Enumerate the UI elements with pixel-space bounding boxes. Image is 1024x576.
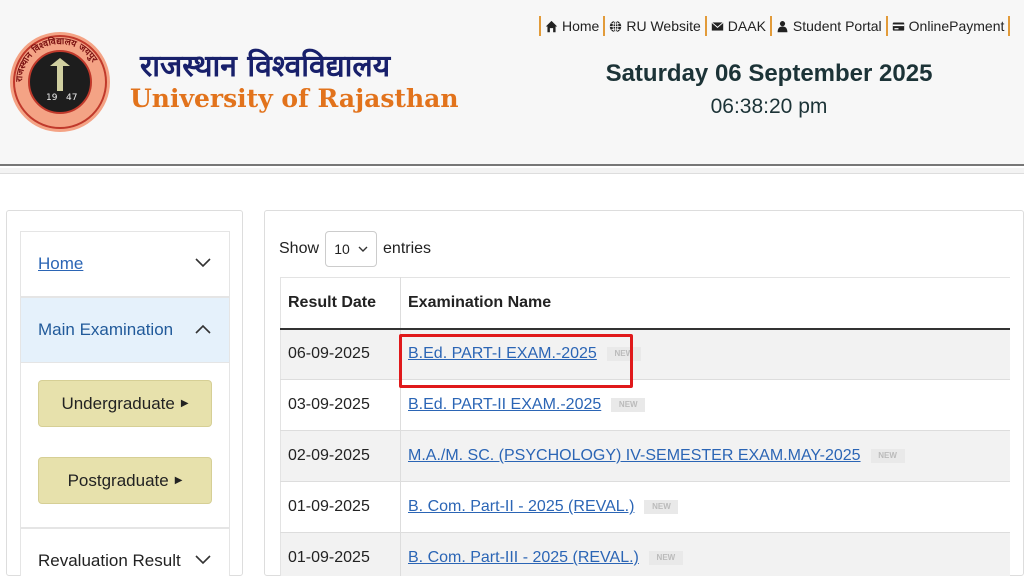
main-examination-submenu: Undergraduate ▶ Postgraduate ▶ [20, 363, 230, 528]
seal-year-left: 19 [46, 93, 58, 103]
header-divider [0, 168, 1024, 174]
postgraduate-button[interactable]: Postgraduate ▶ [38, 457, 212, 504]
university-seal-logo[interactable]: 19 47 राजस्थान विश्वविद्यालय जयपुर [8, 8, 112, 156]
nav-ru-website-link[interactable]: RU Website [608, 18, 701, 34]
sidebar-home-label[interactable]: Home [38, 254, 83, 274]
current-date: Saturday 06 September 2025 [605, 60, 933, 87]
result-link[interactable]: B. Com. Part-II - 2025 (REVAL.) [408, 498, 634, 515]
table-row: 03-09-2025 B.Ed. PART-II EXAM.-2025 NEW [280, 379, 1010, 431]
result-date-cell: 01-09-2025 [280, 532, 401, 576]
nav-separator [1008, 16, 1011, 36]
nav-separator [885, 16, 888, 36]
examination-name-cell: B. Com. Part-II - 2025 (REVAL.) NEW [400, 481, 1010, 533]
new-badge: NEW [611, 397, 646, 412]
table-row: 01-09-2025 B. Com. Part-III - 2025 (REVA… [280, 532, 1010, 576]
sidebar-item-revaluation-result[interactable]: Revaluation Result [20, 528, 230, 576]
brand-name-hindi: राजस्थान विश्वविद्यालय [140, 49, 391, 84]
table-row: 02-09-2025 M.A./M. SC. (PSYCHOLOGY) IV-S… [280, 430, 1010, 482]
result-link[interactable]: B.Ed. PART-II EXAM.-2025 [408, 396, 601, 413]
sidebar-item-main-examination[interactable]: Main Examination [20, 297, 230, 363]
nav-student-portal-label: Student Portal [792, 18, 882, 34]
nav-separator [769, 16, 772, 36]
envelope-icon [711, 21, 724, 31]
globe-icon [610, 19, 622, 33]
new-badge: NEW [644, 499, 679, 514]
sidebar-revaluation-label: Revaluation Result [38, 551, 181, 570]
chevron-down-icon [195, 258, 211, 268]
postgraduate-label: Postgraduate [67, 470, 169, 490]
column-header-result-date[interactable]: Result Date [280, 277, 401, 330]
column-header-examination-name[interactable]: Examination Name [400, 277, 1010, 330]
result-date-cell: 01-09-2025 [280, 481, 401, 533]
table-header-row: Result Date Examination Name [280, 277, 1010, 330]
result-link[interactable]: B.Ed. PART-I EXAM.-2025 [408, 345, 597, 362]
examination-name-cell: M.A./M. SC. (PSYCHOLOGY) IV-SEMESTER EXA… [400, 430, 1010, 482]
examination-name-cell: B.Ed. PART-I EXAM.-2025 NEW [400, 328, 1010, 380]
nav-online-payment-link[interactable]: OnlinePayment [891, 18, 1006, 34]
chevron-down-icon [358, 246, 368, 252]
entries-value: 10 [334, 241, 350, 257]
nav-daak-link[interactable]: DAAK [710, 18, 767, 34]
seal-year-right: 47 [66, 93, 77, 103]
card-icon [892, 21, 904, 31]
results-table: Result Date Examination Name 06-09-2025 … [280, 277, 1010, 576]
result-date-cell: 06-09-2025 [280, 328, 401, 380]
home-icon [545, 20, 558, 32]
caret-right-icon: ▶ [174, 475, 183, 486]
show-label: Show [279, 240, 320, 257]
new-badge: NEW [870, 448, 905, 463]
entries-select[interactable]: 10 [325, 231, 378, 267]
result-link[interactable]: M.A./M. SC. (PSYCHOLOGY) IV-SEMESTER EXA… [408, 447, 861, 464]
nav-daak-label: DAAK [727, 18, 766, 34]
chevron-up-icon [195, 324, 211, 334]
site-header: 19 47 राजस्थान विश्वविद्यालय जयपुर राजस्… [0, 0, 1024, 166]
sidebar-item-home[interactable]: Home [20, 231, 230, 297]
student-icon [777, 20, 788, 32]
undergraduate-label: Undergraduate [61, 393, 175, 413]
results-panel: Show 10 entries Result Date Examination … [264, 210, 1024, 576]
result-link[interactable]: B. Com. Part-III - 2025 (REVAL.) [408, 549, 639, 566]
result-date-cell: 03-09-2025 [280, 379, 401, 431]
nav-ru-website-label: RU Website [626, 18, 701, 34]
result-date-cell: 02-09-2025 [280, 430, 401, 482]
nav-online-payment-label: OnlinePayment [908, 18, 1005, 34]
current-time: 06:38:20 pm [710, 95, 828, 118]
nav-separator [603, 16, 606, 36]
top-navigation: Home RU Website DAAK Student Portal Onli… [536, 16, 1013, 36]
sidebar-main-examination-label: Main Examination [38, 320, 174, 339]
new-badge: NEW [606, 347, 641, 362]
nav-separator [539, 16, 541, 36]
nav-separator [704, 16, 707, 36]
entries-label: entries [383, 240, 432, 257]
nav-home-link[interactable]: Home [544, 18, 600, 34]
caret-right-icon: ▶ [180, 398, 189, 409]
table-row: 01-09-2025 B. Com. Part-II - 2025 (REVAL… [280, 481, 1010, 533]
examination-name-cell: B. Com. Part-III - 2025 (REVAL.) NEW [400, 532, 1010, 576]
undergraduate-button[interactable]: Undergraduate ▶ [38, 380, 212, 427]
new-badge: NEW [648, 550, 683, 565]
table-row: 06-09-2025 B.Ed. PART-I EXAM.-2025 NEW [280, 328, 1010, 380]
chevron-down-icon [195, 555, 211, 565]
examination-name-cell: B.Ed. PART-II EXAM.-2025 NEW [400, 379, 1010, 431]
nav-student-portal-link[interactable]: Student Portal [775, 18, 883, 34]
entries-length-control: Show 10 entries [279, 231, 431, 267]
sidebar-menu: Home Main Examination Undergraduate ▶ Po… [6, 210, 243, 576]
brand-name-english: University of Rajasthan [130, 84, 459, 113]
nav-home-label: Home [562, 18, 600, 34]
